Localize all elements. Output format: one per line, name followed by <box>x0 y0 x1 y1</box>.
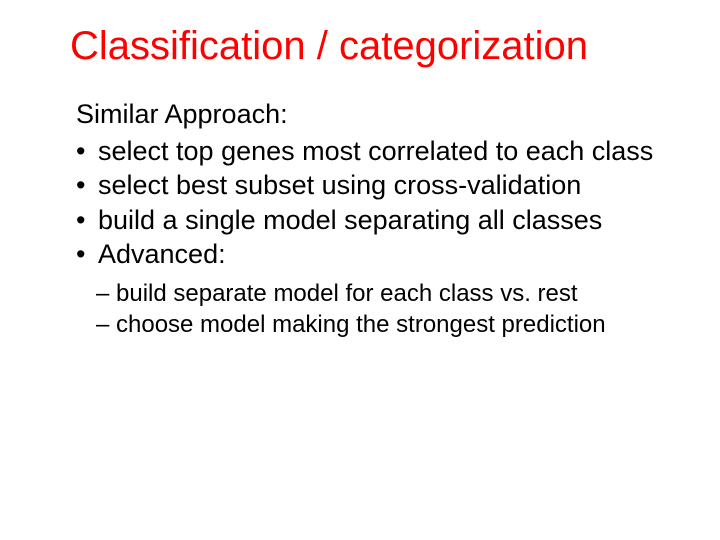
list-item: Advanced: <box>76 237 672 272</box>
sub-bullet-list: build separate model for each class vs. … <box>96 278 672 340</box>
slide-title: Classification / categorization <box>70 24 672 69</box>
list-item: select best subset using cross-validatio… <box>76 168 672 203</box>
list-item: choose model making the strongest predic… <box>96 309 672 340</box>
list-item: select top genes most correlated to each… <box>76 134 672 169</box>
bullet-list: select top genes most correlated to each… <box>76 134 672 272</box>
slide-body: Similar Approach: select top genes most … <box>76 97 672 340</box>
list-item: build a single model separating all clas… <box>76 203 672 238</box>
lead-text: Similar Approach: <box>76 97 672 132</box>
list-item: build separate model for each class vs. … <box>96 278 672 309</box>
slide: Classification / categorization Similar … <box>0 0 720 540</box>
